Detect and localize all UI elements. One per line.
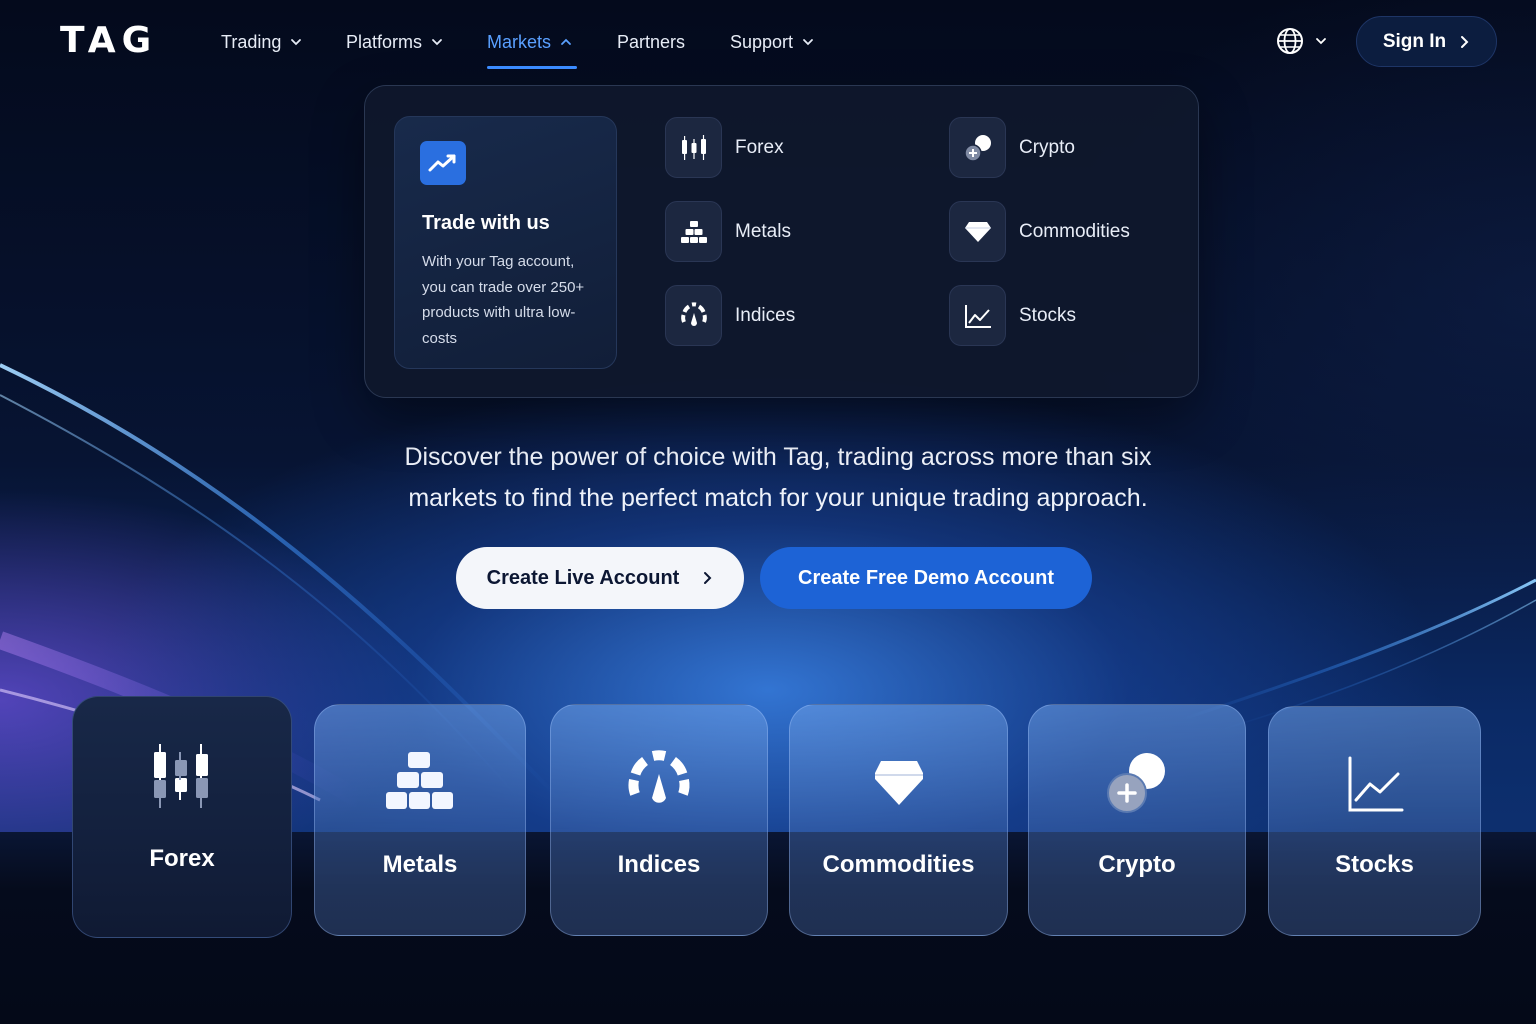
chevron-right-icon [1461, 35, 1469, 48]
market-card-metals[interactable]: Metals [314, 704, 526, 936]
gauge-icon [665, 285, 722, 346]
menu-item-stocks[interactable]: Stocks [949, 285, 1076, 346]
nav-partners-label: Partners [617, 31, 686, 52]
gold-bars-icon [315, 741, 525, 821]
line-chart-icon [1269, 745, 1480, 825]
create-live-account-label: Create Live Account [486, 566, 680, 589]
create-demo-account-label: Create Free Demo Account [798, 566, 1054, 589]
menu-item-label: Indices [735, 304, 796, 326]
brand-logo[interactable]: TAG [60, 20, 158, 61]
chevron-down-icon [291, 39, 302, 46]
logo-text: TAG [60, 20, 158, 61]
promo-card[interactable]: Trade with us With your Tag account, you… [394, 116, 617, 369]
nav-platforms-label: Platforms [346, 31, 423, 52]
gauge-icon [551, 741, 767, 821]
nav-partners[interactable]: Partners [617, 28, 685, 56]
promo-text: With your Tag account, you can trade ove… [422, 253, 585, 347]
menu-item-label: Forex [735, 136, 784, 158]
gem-icon [949, 201, 1006, 262]
markets-dropdown: Trade with us With your Tag account, you… [364, 85, 1199, 398]
hero-description: Discover the power of choice with Tag, t… [404, 443, 1152, 512]
market-card-commodities[interactable]: Commodities [789, 704, 1008, 936]
candlestick-icon [665, 117, 722, 178]
sign-in-label: Sign In [1382, 30, 1447, 52]
language-selector[interactable] [1276, 27, 1328, 55]
candlestick-icon [73, 737, 291, 817]
create-live-account-button[interactable]: Create Live Account [456, 547, 744, 609]
gold-bars-icon [665, 201, 722, 262]
trend-chart-icon [420, 141, 466, 185]
menu-item-label: Commodities [1019, 220, 1130, 242]
market-card-crypto[interactable]: Crypto [1028, 704, 1246, 936]
line-chart-icon [949, 285, 1006, 346]
globe-icon [1277, 28, 1303, 54]
chevron-down-icon [432, 39, 442, 46]
menu-item-label: Stocks [1019, 304, 1077, 326]
market-card-label: Forex [149, 845, 215, 872]
create-demo-account-button[interactable]: Create Free Demo Account [760, 547, 1092, 609]
chevron-right-icon [704, 572, 712, 584]
market-card-label: Stocks [1335, 851, 1414, 878]
market-card-label: Metals [382, 851, 458, 878]
menu-item-forex[interactable]: Forex [665, 117, 784, 178]
nav-markets-label: Markets [487, 31, 552, 52]
coins-icon [949, 117, 1006, 178]
menu-item-crypto[interactable]: Crypto [949, 117, 1075, 178]
chevron-down-icon [1316, 38, 1326, 45]
nav-markets[interactable]: Markets [487, 28, 573, 56]
market-card-label: Crypto [1098, 851, 1176, 878]
gem-icon [790, 743, 1007, 823]
market-card-stocks[interactable]: Stocks [1268, 706, 1481, 936]
chevron-up-icon [561, 38, 571, 45]
market-card-label: Indices [617, 851, 701, 878]
active-nav-indicator [487, 66, 577, 69]
market-card-forex[interactable]: Forex [72, 696, 292, 938]
chevron-down-icon [803, 39, 813, 46]
nav-support-label: Support [730, 31, 794, 52]
menu-item-commodities[interactable]: Commodities [949, 201, 1130, 262]
market-card-indices[interactable]: Indices [550, 704, 768, 936]
menu-item-metals[interactable]: Metals [665, 201, 791, 262]
market-card-label: Commodities [822, 851, 975, 878]
nav-support[interactable]: Support [730, 28, 815, 56]
coins-icon [1029, 743, 1245, 823]
nav-trading[interactable]: Trading [221, 28, 303, 56]
menu-item-label: Metals [735, 220, 791, 242]
top-navigation: TAG Trading Platforms Markets Partners S… [0, 0, 1536, 84]
menu-item-indices[interactable]: Indices [665, 285, 795, 346]
promo-title: Trade with us [422, 212, 550, 234]
menu-item-label: Crypto [1019, 136, 1075, 158]
sign-in-button[interactable]: Sign In [1356, 16, 1497, 67]
nav-platforms[interactable]: Platforms [346, 28, 444, 56]
nav-trading-label: Trading [221, 31, 282, 52]
